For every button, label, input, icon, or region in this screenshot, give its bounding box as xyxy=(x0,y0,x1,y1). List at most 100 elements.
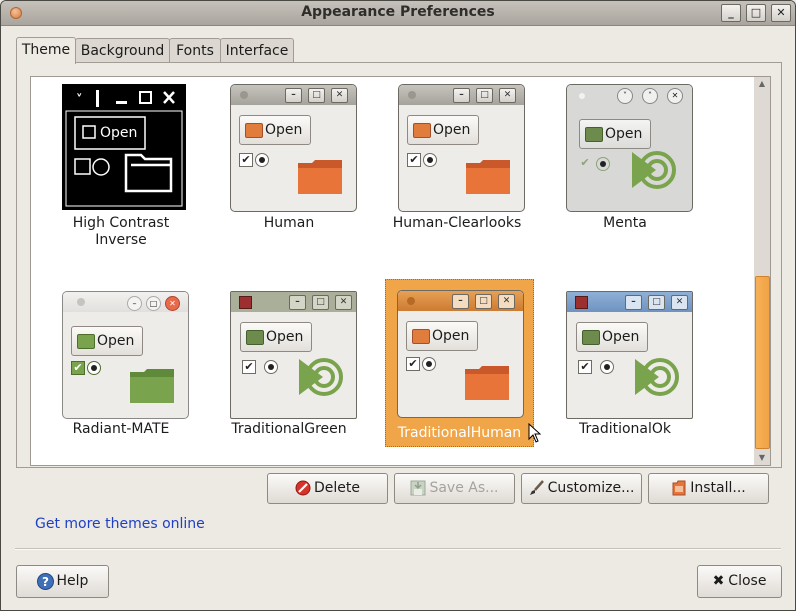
theme-preview: – □ ✕ Open ✔ xyxy=(397,290,524,418)
preview-titlebar: ˅ ˄ ✕ xyxy=(567,85,692,105)
orange-folder-icon xyxy=(466,160,510,194)
preview-minimize-icon: ˅ xyxy=(617,88,633,104)
tab-interface[interactable]: Interface xyxy=(220,38,294,63)
close-button[interactable]: ✖ Close xyxy=(697,565,782,598)
theme-item[interactable]: ˅ Open High Contrast Inverse xyxy=(46,80,196,255)
preview-close-icon: ✕ xyxy=(498,294,515,309)
close-window-button[interactable]: ✕ xyxy=(771,4,791,22)
preview-close-icon: ✕ xyxy=(499,88,516,103)
tab-fonts[interactable]: Fonts xyxy=(169,38,221,63)
preview-radio-icon xyxy=(423,153,437,167)
tab-theme[interactable]: Theme xyxy=(16,37,76,64)
open-folder-icon xyxy=(413,123,431,138)
preview-dot-icon xyxy=(240,91,248,99)
preview-maximize-icon: □ xyxy=(312,295,329,310)
minimize-button[interactable]: _ xyxy=(721,4,741,22)
theme-open-label: Open xyxy=(266,329,304,345)
preview-radio-icon xyxy=(255,153,269,167)
help-button[interactable]: ? Help xyxy=(16,565,109,598)
save-icon xyxy=(410,480,426,496)
preview-radio-icon xyxy=(87,361,101,375)
preview-maximize-icon: □ xyxy=(475,294,492,309)
green-folder-icon xyxy=(130,369,174,403)
preview-close-icon: ✕ xyxy=(671,295,688,310)
preview-checkbox-icon: ✔ xyxy=(407,153,421,167)
open-folder-icon xyxy=(246,330,264,345)
open-folder-icon xyxy=(245,123,263,138)
preview-minimize-icon: – xyxy=(625,295,642,310)
preview-open-button: Open xyxy=(71,326,144,356)
preview-radio-icon xyxy=(422,357,436,371)
orange-folder-icon xyxy=(298,160,342,194)
preview-open-button: Open xyxy=(407,115,480,145)
get-more-themes-link[interactable]: Get more themes online xyxy=(35,516,205,532)
theme-preview: ˅ ˄ ✕ Open ✔ xyxy=(566,84,693,212)
theme-item[interactable]: ˅ ˄ ✕ Open ✔ Menta xyxy=(550,80,700,255)
theme-preview: – □ ✕ Open ✔ xyxy=(62,291,189,419)
install-button[interactable]: Install... xyxy=(648,473,769,504)
help-icon: ? xyxy=(36,572,54,590)
svg-text:?: ? xyxy=(42,575,49,589)
theme-item[interactable]: – □ ✕ Open ✔ Human xyxy=(214,80,364,255)
theme-name: Human-Clearlooks xyxy=(392,215,522,231)
preview-maximize-icon: □ xyxy=(476,88,493,103)
preview-titlebar: – □ ✕ xyxy=(399,85,524,105)
scrollbar-thumb[interactable] xyxy=(755,276,770,449)
preview-dot-icon xyxy=(579,93,585,99)
theme-preview: – □ ✕ Open ✔ xyxy=(398,84,525,212)
delete-button[interactable]: Delete xyxy=(267,473,388,504)
preview-checkbox-icon: ✔ xyxy=(578,360,592,374)
preview-checkbox-icon: ✔ xyxy=(242,360,256,374)
theme-panel: ˅ Open High Contrast Inverse – □ ✕ Open … xyxy=(16,62,782,468)
theme-item[interactable]: – □ ✕ Open ✔ TraditionalOk xyxy=(550,287,700,447)
mint-logo-icon xyxy=(299,358,343,396)
appearance-preferences-window: Appearance Preferences _ □ ✕ Theme Backg… xyxy=(0,0,796,611)
theme-name: TraditionalHuman xyxy=(397,425,522,441)
theme-item-selected[interactable]: – □ ✕ Open ✔ TraditionalHuman xyxy=(385,279,534,447)
title-bar[interactable]: Appearance Preferences _ □ ✕ xyxy=(1,1,795,26)
theme-item[interactable]: – □ ✕ Open ✔ TraditionalGreen xyxy=(214,287,364,447)
theme-name: High Contrast Inverse xyxy=(72,215,170,248)
open-folder-icon xyxy=(582,330,600,345)
close-label: Close xyxy=(728,573,767,589)
help-label: Help xyxy=(56,573,89,589)
maximize-button[interactable]: □ xyxy=(746,4,766,22)
theme-scrollbar[interactable]: ▲ ▼ xyxy=(754,76,771,466)
theme-item[interactable]: – □ ✕ Open ✔ Human-Clearlooks xyxy=(382,80,532,255)
preview-titlebar: – □ ✕ xyxy=(231,85,356,105)
preview-open-button: Open xyxy=(579,119,652,149)
theme-name: TraditionalGreen xyxy=(231,421,347,437)
preview-radio-icon xyxy=(600,360,614,374)
preview-open-button: Open xyxy=(240,322,313,352)
preview-minimize-icon: – xyxy=(453,88,470,103)
customize-label: Customize... xyxy=(547,480,635,496)
tab-background[interactable]: Background xyxy=(75,38,170,63)
mint-logo-icon xyxy=(632,151,676,189)
preview-minimize-icon: – xyxy=(452,294,469,309)
delete-label: Delete xyxy=(314,480,360,496)
high-contrast-preview-icon: ˅ xyxy=(65,90,183,207)
theme-icon-view[interactable]: ˅ Open High Contrast Inverse – □ ✕ Open … xyxy=(30,76,756,466)
open-folder-icon xyxy=(77,334,95,349)
theme-item[interactable]: – □ ✕ Open ✔ Radiant-MATE xyxy=(46,287,196,447)
mouse-pointer-icon xyxy=(528,423,542,443)
theme-open-label: Open xyxy=(97,333,135,349)
install-package-icon xyxy=(672,480,686,496)
preview-close-icon: ✕ xyxy=(667,88,683,104)
preview-titlebar: – □ ✕ xyxy=(63,292,188,312)
install-label: Install... xyxy=(690,480,746,496)
window-title: Appearance Preferences xyxy=(301,4,495,20)
save-as-button[interactable]: Save As... xyxy=(394,473,515,504)
theme-open-label: Open xyxy=(605,126,643,142)
delete-icon xyxy=(295,480,311,496)
preview-dot-icon xyxy=(407,297,415,305)
scroll-down-icon[interactable]: ▼ xyxy=(754,451,770,465)
preview-dot-icon xyxy=(77,298,85,306)
preview-checkbox-icon: ✔ xyxy=(579,156,591,169)
scroll-up-icon[interactable]: ▲ xyxy=(754,77,770,91)
open-folder-icon xyxy=(412,329,430,344)
preview-maximize-icon: □ xyxy=(648,295,665,310)
preview-titlebar: – □ ✕ xyxy=(398,291,523,311)
customize-button[interactable]: Customize... xyxy=(521,473,642,504)
preview-minimize-icon: – xyxy=(127,296,142,311)
